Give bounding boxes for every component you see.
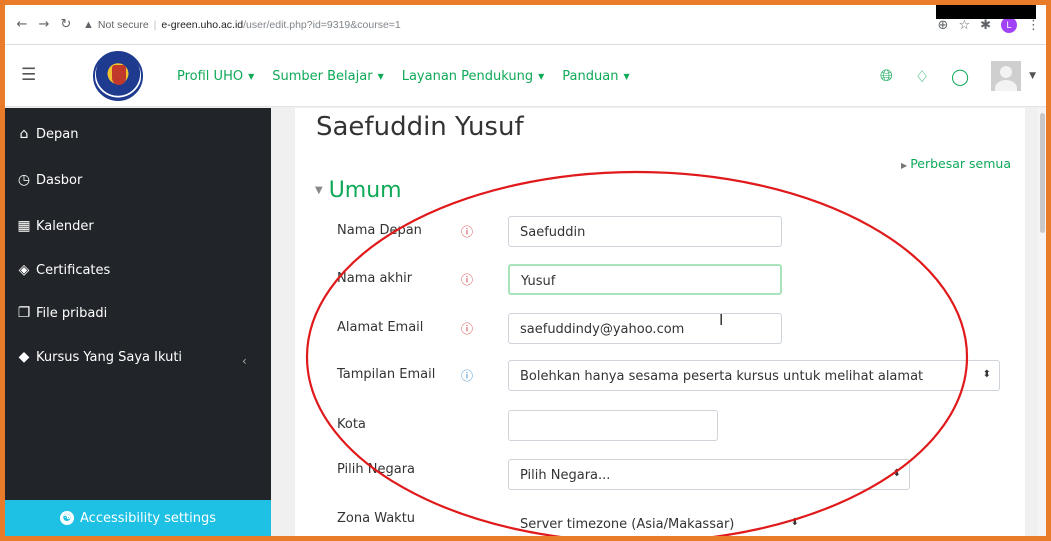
nav-layanan-pendukung[interactable]: Layanan Pendukung ▼: [402, 69, 545, 84]
hamburger-menu-icon[interactable]: ☰: [21, 65, 36, 85]
certificate-icon: ◈: [18, 262, 30, 278]
field-label: Nama akhir: [337, 271, 413, 286]
browser-toolbar: ← → ↻ ▲ Not secure | e-green.uho.ac.id /…: [5, 5, 1046, 45]
user-avatar[interactable]: [991, 61, 1022, 91]
bell-icon[interactable]: ♢: [915, 67, 929, 86]
caret-down-icon: ▼: [248, 71, 255, 81]
triangle-right-icon: ▶: [901, 161, 908, 170]
sidebar-item-file-pribadi[interactable]: ❐ File pribadi: [16, 305, 107, 321]
home-icon: ⌂: [19, 126, 29, 142]
sidebar-item-certificates[interactable]: ◈ Certificates: [16, 262, 111, 278]
caret-down-icon: ▼: [623, 71, 630, 81]
caret-down-icon: ▼: [538, 71, 545, 81]
field-label: Nama Depan: [337, 223, 422, 238]
sidebar-item-label: Dasbor: [36, 172, 83, 188]
navbar-actions: 🌐︎ ♢ ◯ ▼: [880, 45, 1036, 107]
sidebar: ⌂ Depan ◷ Dasbor ▦ Kalender ◈ Certificat…: [5, 108, 271, 536]
zoom-icon[interactable]: ⊕: [938, 18, 949, 33]
browser-nav: ← → ↻: [11, 17, 77, 32]
email-input[interactable]: saefuddindy@yahoo.com: [508, 313, 782, 344]
required-icon[interactable]: ⓘ: [461, 320, 473, 337]
form-row-city: Kota: [295, 408, 1025, 442]
forward-icon[interactable]: →: [33, 17, 55, 32]
accessibility-label: Accessibility settings: [80, 510, 216, 526]
nav-link-label: Profil UHO: [177, 68, 244, 84]
required-icon[interactable]: ⓘ: [461, 271, 473, 288]
caret-down-icon: ▼: [377, 71, 384, 81]
sidebar-item-label: File pribadi: [36, 305, 108, 321]
sidebar-item-dasbor[interactable]: ◷ Dasbor: [16, 172, 82, 188]
address-separator: |: [153, 18, 157, 31]
expand-all-link[interactable]: ▶ Perbesar semua: [901, 156, 1011, 171]
scrollbar-thumb[interactable]: [1040, 113, 1045, 233]
expand-all-label: Perbesar semua: [910, 156, 1011, 171]
logo-emblem: [112, 65, 126, 85]
nav-link-label: Panduan: [562, 68, 619, 84]
url-path: /user/edit.php?id=9319&course=1: [243, 18, 401, 31]
reload-icon[interactable]: ↻: [55, 17, 77, 32]
not-secure-label: Not secure: [97, 18, 149, 31]
url-host: e-green.uho.ac.id: [161, 18, 244, 31]
sidebar-item-kalender[interactable]: ▦ Kalender: [16, 218, 94, 234]
globe-icon[interactable]: 🌐︎: [880, 66, 893, 86]
form-row-last-name: Nama akhir ⓘ Yusuf: [295, 262, 1025, 296]
site-navbar: ☰ Profil UHO ▼ Sumber Belajar ▼ Layanan …: [5, 45, 1046, 107]
collapse-icon: ▼: [315, 185, 323, 196]
sidebar-item-label: Kursus Yang Saya Ikuti: [36, 349, 183, 365]
nav-panduan[interactable]: Panduan ▼: [562, 69, 629, 84]
field-label: Alamat Email: [337, 320, 424, 335]
sidebar-item-label: Depan: [36, 126, 79, 142]
extensions-icon[interactable]: ✱: [980, 18, 991, 33]
graduation-cap-icon: ◆: [18, 349, 30, 365]
help-icon[interactable]: ⓘ: [461, 367, 473, 384]
sidebar-item-label: Certificates: [36, 262, 111, 278]
country-select[interactable]: Pilih Negara...: [508, 459, 910, 490]
university-logo[interactable]: [93, 51, 143, 101]
primary-nav: Profil UHO ▼ Sumber Belajar ▼ Layanan Pe…: [177, 45, 630, 107]
nav-link-label: Layanan Pendukung: [401, 68, 534, 84]
field-label: Kota: [337, 417, 366, 432]
form-row-email: Alamat Email ⓘ saefuddindy@yahoo.com: [295, 311, 1025, 345]
first-name-input[interactable]: Saefuddin: [508, 216, 782, 247]
required-icon[interactable]: ⓘ: [461, 223, 473, 240]
user-menu-caret-icon[interactable]: ▼: [1029, 71, 1036, 81]
nav-link-label: Sumber Belajar: [272, 68, 373, 84]
message-icon[interactable]: ◯: [951, 67, 969, 86]
section-umum-header[interactable]: ▼ Umum: [315, 178, 402, 203]
sidebar-item-kursus[interactable]: ◆ Kursus Yang Saya Ikuti: [16, 349, 182, 365]
screenshot-frame: ← → ↻ ▲ Not secure | e-green.uho.ac.id /…: [5, 5, 1046, 536]
sidebar-item-label: Kalender: [36, 218, 94, 234]
browser-menu-icon[interactable]: ⋮: [1027, 18, 1040, 33]
form-row-timezone: Zona Waktu Server timezone (Asia/Makassa…: [295, 506, 1025, 536]
last-name-input[interactable]: Yusuf: [508, 264, 782, 295]
warning-icon: ▲: [83, 18, 94, 31]
field-label: Tampilan Email: [337, 367, 436, 382]
calendar-icon: ▦: [17, 218, 31, 234]
redaction-bar: [936, 5, 1036, 19]
form-row-first-name: Nama Depan ⓘ Saefuddin: [295, 214, 1025, 248]
email-display-select[interactable]: Bolehkan hanya sesama peserta kursus unt…: [508, 360, 1000, 391]
main-content: Saefuddin Yusuf ▶ Perbesar semua ▼ Umum N…: [295, 108, 1025, 536]
file-icon: ❐: [17, 305, 31, 321]
sidebar-item-depan[interactable]: ⌂ Depan: [16, 126, 79, 142]
timezone-select[interactable]: Server timezone (Asia/Makassar): [508, 508, 808, 536]
chevron-left-icon[interactable]: ‹: [242, 354, 247, 368]
address-bar[interactable]: ▲ Not secure | e-green.uho.ac.id /user/e…: [83, 11, 963, 38]
back-icon[interactable]: ←: [11, 17, 33, 32]
nav-profil-uho[interactable]: Profil UHO ▼: [177, 69, 254, 84]
accessibility-settings-button[interactable]: ☯ Accessibility settings: [5, 500, 271, 536]
field-label: Pilih Negara: [337, 462, 416, 477]
field-label: Zona Waktu: [337, 511, 416, 526]
browser-profile-avatar[interactable]: L: [1001, 17, 1017, 33]
text-cursor-icon: I: [719, 311, 724, 329]
city-input[interactable]: [508, 410, 718, 441]
dashboard-icon: ◷: [17, 172, 31, 188]
page-title: Saefuddin Yusuf: [316, 112, 524, 142]
nav-sumber-belajar[interactable]: Sumber Belajar ▼: [272, 69, 383, 84]
accessibility-icon: ☯: [60, 511, 75, 525]
section-title: Umum: [328, 178, 402, 203]
star-icon[interactable]: ☆: [958, 18, 970, 33]
form-row-email-display: Tampilan Email ⓘ Bolehkan hanya sesama p…: [295, 358, 1025, 392]
form-row-country: Pilih Negara Pilih Negara...: [295, 457, 1025, 491]
